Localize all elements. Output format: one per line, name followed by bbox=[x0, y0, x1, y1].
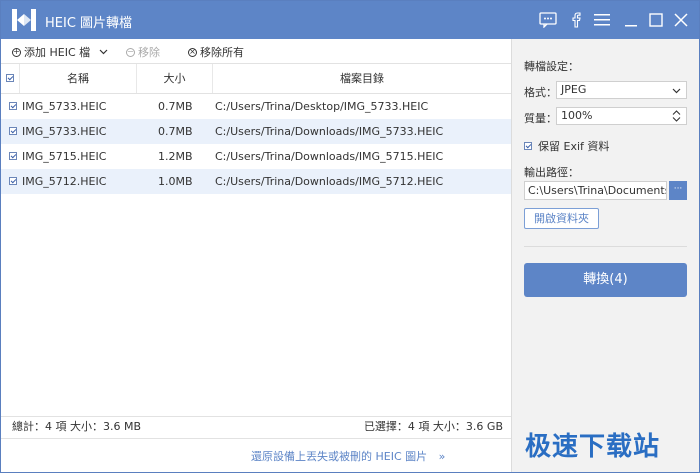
file-name: IMG_5712.HEIC bbox=[22, 175, 107, 188]
facebook-icon[interactable] bbox=[567, 10, 587, 30]
table-row[interactable]: IMG_5733.HEIC 0.7MB C:/Users/Trina/Deskt… bbox=[1, 94, 511, 119]
double-chevron-right-icon: » bbox=[438, 450, 446, 463]
select-all-checkbox[interactable] bbox=[6, 74, 14, 82]
format-select[interactable]: JPEG bbox=[556, 81, 687, 99]
file-path: C:/Users/Trina/Downloads/IMG_5712.HEIC bbox=[215, 175, 444, 188]
format-label: 格式： bbox=[524, 86, 557, 99]
file-name: IMG_5715.HEIC bbox=[22, 150, 107, 163]
keep-exif-option[interactable]: 保留 Exif 資料 bbox=[524, 138, 609, 154]
convert-button[interactable]: 轉換(4) bbox=[524, 263, 687, 297]
keep-exif-label: 保留 Exif 資料 bbox=[538, 140, 610, 153]
maximize-icon[interactable] bbox=[646, 10, 666, 30]
quality-stepper[interactable]: 100% bbox=[556, 107, 687, 125]
file-path: C:/Users/Trina/Desktop/IMG_5733.HEIC bbox=[215, 100, 429, 113]
file-size: 0.7MB bbox=[158, 100, 193, 113]
row-checkbox[interactable] bbox=[9, 102, 17, 110]
remove-label: 移除 bbox=[138, 46, 160, 59]
file-size: 0.7MB bbox=[158, 125, 193, 138]
file-path: C:/Users/Trina/Downloads/IMG_5715.HEIC bbox=[215, 150, 444, 163]
watermark: 极速下载站 bbox=[525, 432, 661, 462]
remove-all-button[interactable]: × 移除所有 bbox=[188, 44, 244, 60]
file-path: C:/Users/Trina/Downloads/IMG_5733.HEIC bbox=[215, 125, 444, 138]
settings-panel: 轉檔設定： 格式： JPEG 質量： 100% 保留 Exif 資料 輸出路徑：… bbox=[511, 39, 699, 472]
plus-icon: + bbox=[12, 47, 21, 57]
output-path-field[interactable]: C:\Users\Trina\Documents\ bbox=[524, 181, 667, 200]
format-value: JPEG bbox=[561, 83, 587, 96]
recover-link-label: 還原設備上丟失或被刪的 HEIC 圖片 bbox=[251, 450, 428, 463]
row-checkbox[interactable] bbox=[9, 127, 17, 135]
file-name: IMG_5733.HEIC bbox=[22, 100, 107, 113]
close-icon[interactable] bbox=[671, 10, 691, 30]
file-name: IMG_5733.HEIC bbox=[22, 125, 107, 138]
file-table: 名稱 大小 檔案目錄 IMG_5733.HEIC 0.7MB C:/Users/… bbox=[1, 63, 511, 415]
status-bar: 總計：4 項 大小：3.6 MB 已選擇：4 項 大小：3.6 GB bbox=[1, 416, 511, 438]
menu-icon[interactable] bbox=[592, 10, 612, 30]
select-all-header[interactable] bbox=[1, 64, 20, 93]
browse-button[interactable]: ··· bbox=[669, 181, 687, 200]
app-window: HEIC 圖片轉檔 + 添加 HEIC 檔 − 移除 × 移除所有 名稱 大小 … bbox=[0, 0, 700, 473]
chevron-down-icon bbox=[672, 88, 681, 94]
stepper-arrows-icon[interactable] bbox=[672, 110, 681, 122]
total-summary: 總計：4 項 大小：3.6 MB bbox=[12, 420, 142, 433]
recover-link[interactable]: 還原設備上丟失或被刪的 HEIC 圖片 » bbox=[251, 448, 445, 464]
divider bbox=[524, 246, 687, 247]
quality-value: 100% bbox=[561, 109, 593, 122]
quality-label: 質量： bbox=[524, 112, 557, 125]
add-heic-button[interactable]: + 添加 HEIC 檔 bbox=[12, 44, 108, 60]
title-bar: HEIC 圖片轉檔 bbox=[1, 1, 699, 39]
remove-all-label: 移除所有 bbox=[200, 46, 244, 59]
selected-summary: 已選擇：4 項 大小：3.6 GB bbox=[363, 420, 503, 433]
column-header-path[interactable]: 檔案目錄 bbox=[213, 64, 511, 93]
table-row[interactable]: IMG_5715.HEIC 1.2MB C:/Users/Trina/Downl… bbox=[1, 144, 511, 169]
table-row[interactable]: IMG_5712.HEIC 1.0MB C:/Users/Trina/Downl… bbox=[1, 169, 511, 194]
remove-button[interactable]: − 移除 bbox=[126, 44, 160, 60]
settings-heading: 轉檔設定： bbox=[524, 60, 579, 73]
minus-icon: − bbox=[126, 47, 135, 57]
footer: 還原設備上丟失或被刪的 HEIC 圖片 » bbox=[1, 438, 511, 472]
add-heic-label: 添加 HEIC 檔 bbox=[24, 46, 91, 59]
row-checkbox[interactable] bbox=[9, 152, 17, 160]
x-circle-icon: × bbox=[188, 47, 197, 57]
app-logo-icon bbox=[12, 9, 36, 31]
table-header: 名稱 大小 檔案目錄 bbox=[1, 64, 511, 94]
open-folder-button[interactable]: 開啟資料夾 bbox=[524, 208, 599, 229]
column-header-name[interactable]: 名稱 bbox=[20, 64, 137, 93]
feedback-icon[interactable] bbox=[538, 10, 558, 30]
minimize-icon[interactable] bbox=[621, 10, 641, 30]
app-title: HEIC 圖片轉檔 bbox=[45, 16, 133, 31]
table-row[interactable]: IMG_5733.HEIC 0.7MB C:/Users/Trina/Downl… bbox=[1, 119, 511, 144]
output-path-label: 輸出路徑： bbox=[524, 166, 579, 179]
column-header-size[interactable]: 大小 bbox=[137, 64, 213, 93]
file-size: 1.2MB bbox=[158, 150, 193, 163]
toolbar: + 添加 HEIC 檔 − 移除 × 移除所有 bbox=[1, 39, 511, 63]
keep-exif-checkbox[interactable] bbox=[524, 142, 532, 150]
row-checkbox[interactable] bbox=[9, 177, 17, 185]
chevron-down-icon[interactable] bbox=[99, 49, 108, 55]
file-size: 1.0MB bbox=[158, 175, 193, 188]
